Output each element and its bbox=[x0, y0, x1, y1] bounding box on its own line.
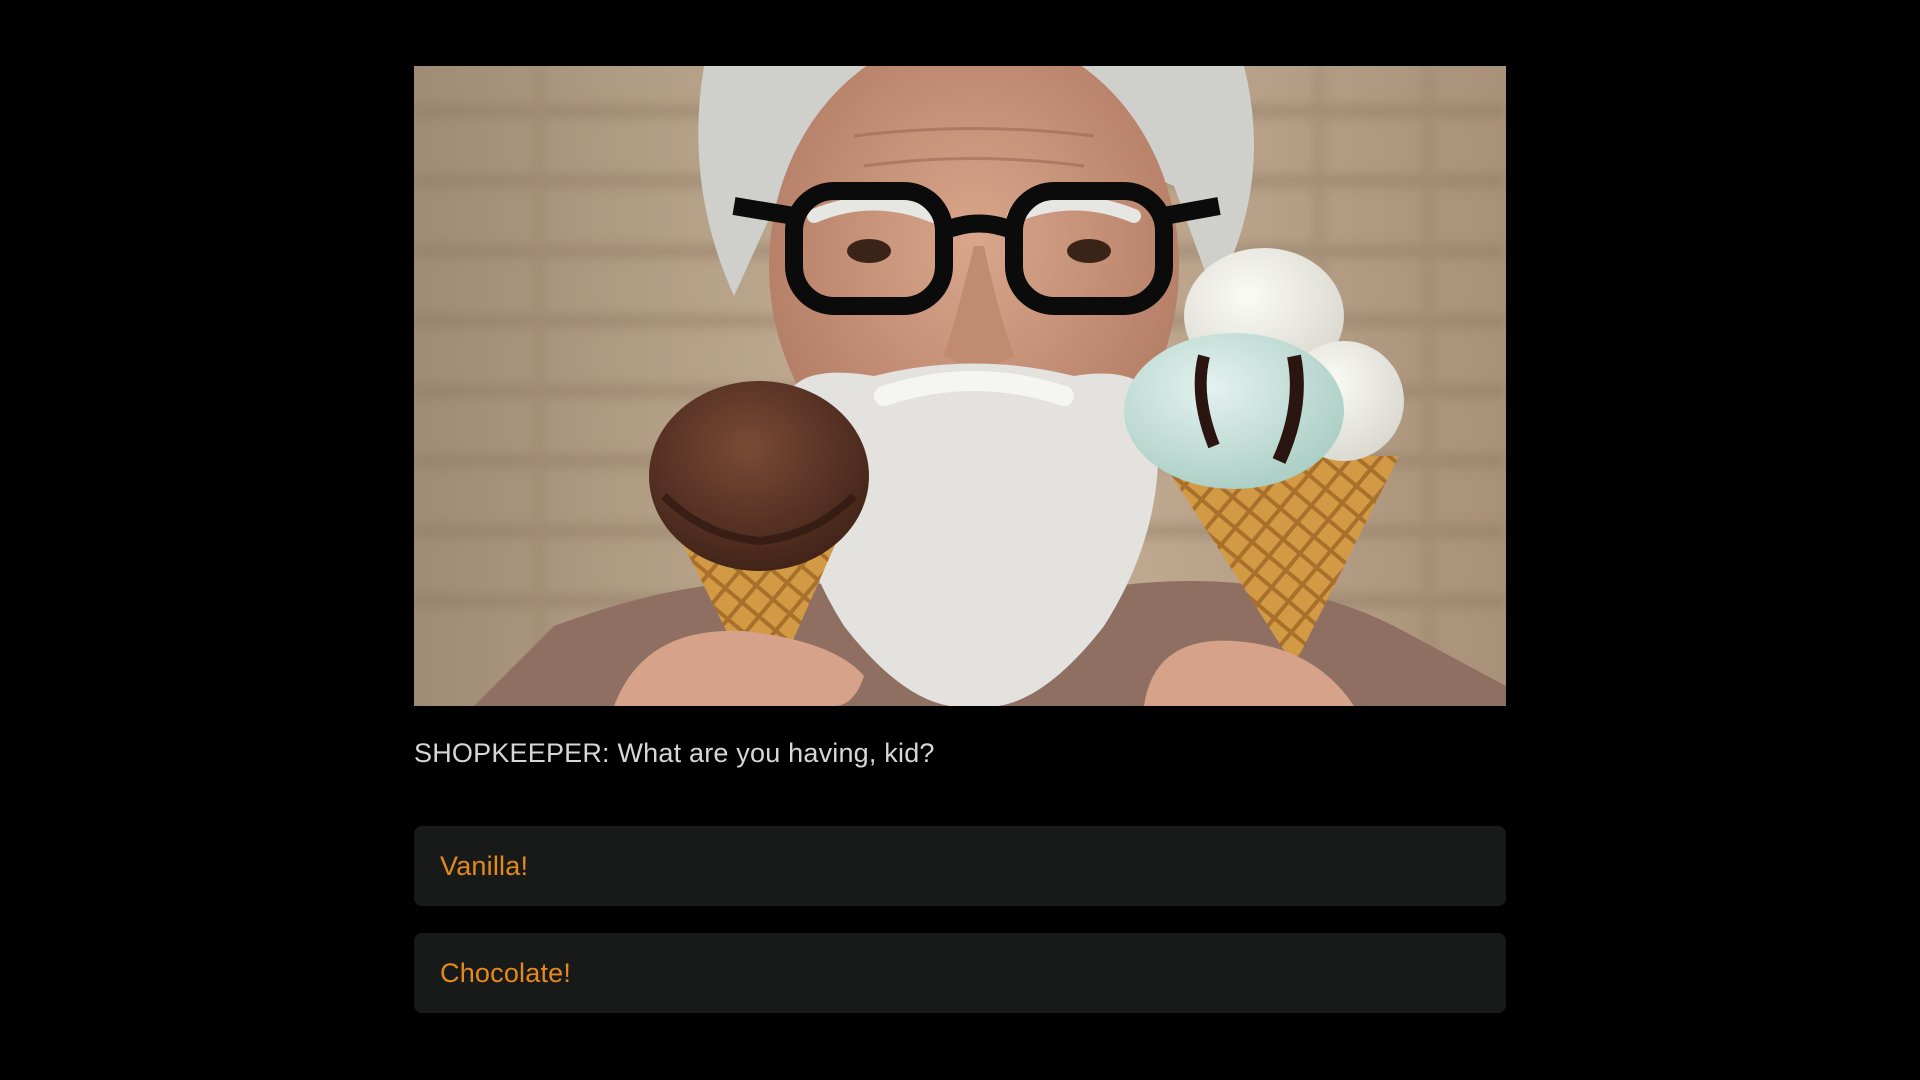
choice-vanilla-button[interactable]: Vanilla! bbox=[414, 826, 1506, 906]
dialogue-text: SHOPKEEPER: What are you having, kid? bbox=[414, 738, 935, 768]
choice-label: Vanilla! bbox=[440, 850, 529, 881]
scene-illustration bbox=[414, 66, 1506, 706]
choice-chocolate-button[interactable]: Chocolate! bbox=[414, 933, 1506, 1013]
game-screen: SHOPKEEPER: What are you having, kid? Va… bbox=[0, 0, 1920, 1080]
choice-label: Chocolate! bbox=[440, 957, 572, 988]
dialogue-line: SHOPKEEPER: What are you having, kid? bbox=[414, 733, 1506, 773]
